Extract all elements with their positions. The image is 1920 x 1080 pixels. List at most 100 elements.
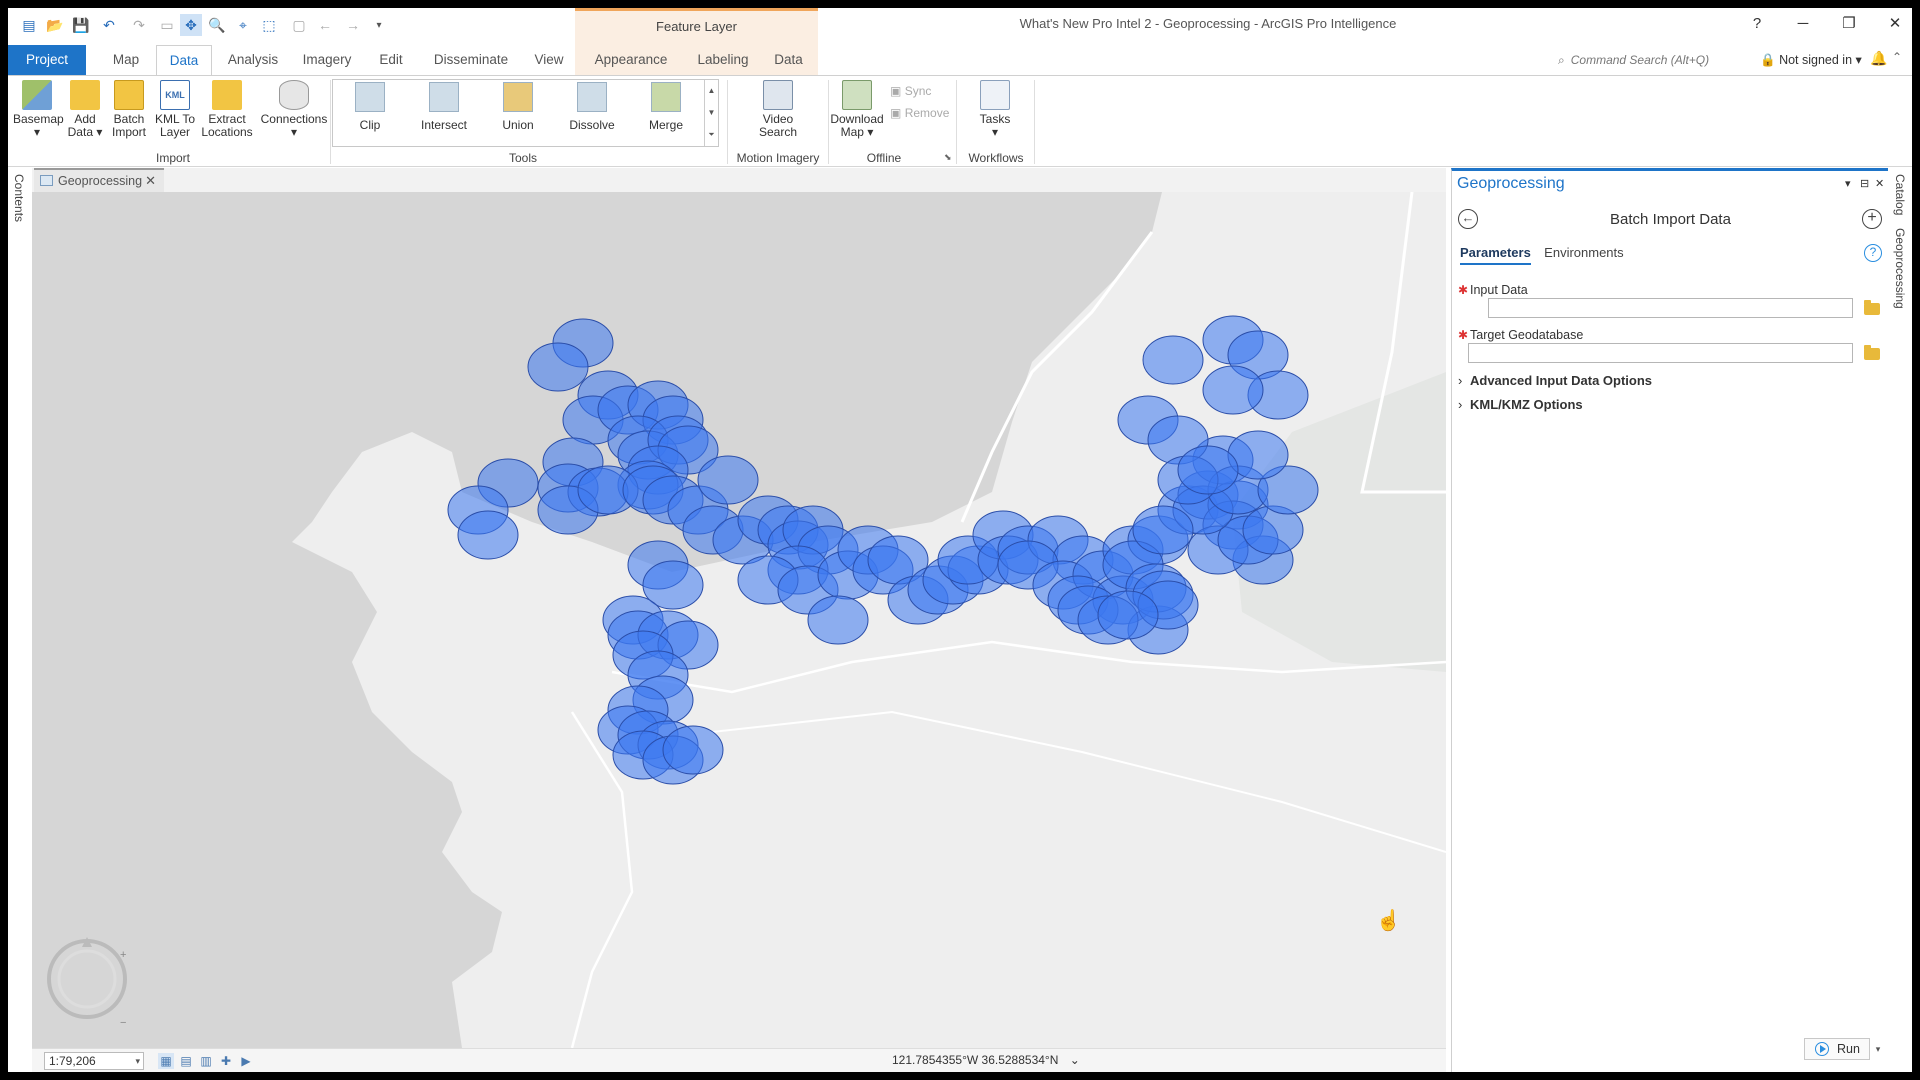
buffer-ellipse[interactable] [807, 595, 869, 645]
chevron-down-icon[interactable]: ⌄ [1070, 1053, 1080, 1067]
tab-disseminate[interactable]: Disseminate [424, 45, 518, 75]
map-extent-icon[interactable]: ▦ [158, 1053, 174, 1069]
map-view-tab[interactable]: Geoprocessing ✕ [34, 168, 164, 192]
zoom-icon[interactable]: 🔍 [206, 14, 228, 36]
buffer-ellipse[interactable] [527, 342, 589, 392]
collapse-ribbon-icon[interactable]: ⌃ [1892, 50, 1902, 64]
kml-to-layer-button[interactable]: KML KML To Layer [152, 80, 198, 139]
close-pane-icon[interactable]: ✕ [1875, 177, 1884, 190]
pin-icon[interactable]: ⊟ [1860, 177, 1869, 190]
buffer-ellipse[interactable] [1202, 365, 1264, 415]
offline-launcher-icon[interactable]: ⬊ [944, 152, 952, 163]
tab-labeling[interactable]: Labeling [687, 45, 759, 75]
connections-button[interactable]: Connections ▾ [258, 80, 330, 139]
zoom-in-icon[interactable]: + [120, 949, 126, 961]
target-geodatabase-field[interactable] [1468, 343, 1853, 363]
tab-edit[interactable]: Edit [366, 45, 416, 75]
sync-button[interactable]: ▣ Sync [890, 84, 931, 98]
sync-icon: ▣ [890, 84, 902, 98]
buffer-ellipse[interactable] [1132, 505, 1194, 555]
import-group-label: Import [155, 151, 190, 165]
back-icon[interactable]: ← [314, 14, 336, 36]
tab-map[interactable]: Map [96, 45, 156, 75]
buffer-ellipse[interactable] [662, 725, 724, 775]
clip-button[interactable]: Clip [338, 82, 402, 132]
save-icon[interactable]: 💾 [70, 14, 92, 36]
add-data-button[interactable]: Add Data ▾ [64, 80, 106, 139]
tasks-button[interactable]: Tasks ▾ [966, 80, 1024, 139]
buffer-ellipse[interactable] [1097, 590, 1159, 640]
forward-icon[interactable]: → [342, 14, 364, 36]
remove-button[interactable]: ▣ Remove [890, 106, 949, 120]
edit-icon[interactable]: ▭ [156, 14, 178, 36]
snapping-icon[interactable]: ✚ [218, 1053, 234, 1069]
map-canvas[interactable]: + − [32, 192, 1446, 1048]
explore-icon[interactable]: ✥ [180, 14, 202, 36]
notifications-icon[interactable]: 🔔 [1870, 50, 1887, 67]
tab-parameters[interactable]: Parameters [1460, 245, 1531, 265]
close-button[interactable]: ✕ [1872, 8, 1912, 40]
kml-kmz-options-expander[interactable]: › KML/KMZ Options [1458, 397, 1583, 412]
tab-project[interactable]: Project [8, 45, 86, 75]
tab-layer-data[interactable]: Data [759, 45, 818, 75]
minimize-button[interactable]: ─ [1780, 8, 1826, 40]
sign-in-status[interactable]: 🔒 Not signed in ▾ [1760, 50, 1880, 70]
gallery-scroll-down[interactable]: ▼ [704, 102, 718, 124]
undo-icon[interactable]: ↶ [98, 14, 120, 36]
merge-label: Merge [648, 118, 683, 132]
buffer-ellipse[interactable] [1177, 445, 1239, 495]
tab-environments[interactable]: Environments [1544, 245, 1623, 263]
clear-icon[interactable]: ▢ [288, 14, 310, 36]
browse-folder-icon[interactable] [1864, 300, 1880, 315]
contents-pane-tab[interactable]: Contents [8, 168, 32, 1072]
chevron-right-icon: › [1458, 397, 1463, 412]
catalog-pane-tab[interactable]: Catalog [1893, 174, 1907, 215]
buffer-ellipse[interactable] [697, 455, 759, 505]
batch-import-button[interactable]: Batch Import [108, 80, 150, 139]
pane-options-icon[interactable]: ▾ [1845, 177, 1851, 190]
intersect-button[interactable]: Intersect [412, 82, 476, 132]
basemap-button[interactable]: Basemap ▾ [13, 80, 64, 139]
table-icon[interactable]: ▥ [198, 1053, 214, 1069]
buffer-ellipse[interactable] [1142, 335, 1204, 385]
customize-qat-icon[interactable]: ▾ [368, 14, 390, 36]
command-search-input[interactable]: ⌕ Command Search (Alt+Q) [1558, 50, 1768, 70]
add-icon[interactable]: + [1862, 209, 1882, 229]
tab-data[interactable]: Data [156, 45, 212, 76]
buffer-ellipse[interactable] [457, 510, 519, 560]
locate-icon[interactable]: ⌖ [232, 14, 254, 36]
geoprocessing-pane-tab[interactable]: Geoprocessing [1893, 228, 1907, 309]
select-icon[interactable]: ⬚ [258, 14, 280, 36]
new-project-icon[interactable]: ▤ [18, 14, 40, 36]
grid-icon[interactable]: ▤ [178, 1053, 194, 1069]
merge-button[interactable]: Merge [634, 82, 698, 132]
pause-drawing-icon[interactable]: ▶ [238, 1053, 254, 1069]
extract-locations-button[interactable]: Extract Locations [198, 80, 256, 139]
redo-icon[interactable]: ↷ [128, 14, 150, 36]
union-button[interactable]: Union [486, 82, 550, 132]
gallery-scroll-up[interactable]: ▲ [704, 80, 718, 102]
restore-button[interactable]: ❐ [1826, 8, 1872, 40]
browse-folder-icon[interactable] [1864, 345, 1880, 360]
input-data-field[interactable] [1488, 298, 1853, 318]
run-label: Run [1837, 1042, 1860, 1056]
help-icon[interactable]: ? [1864, 244, 1882, 262]
run-dropdown[interactable]: ▾ [1872, 1038, 1884, 1060]
open-project-icon[interactable]: 📂 [44, 14, 66, 36]
help-button[interactable]: ? [1734, 8, 1780, 40]
download-map-button[interactable]: Download Map ▾ [826, 80, 888, 139]
zoom-out-icon[interactable]: − [120, 1017, 126, 1029]
tab-analysis[interactable]: Analysis [218, 45, 288, 75]
gallery-expand[interactable]: ⏷ [704, 124, 718, 146]
video-search-button[interactable]: Video Search [743, 80, 813, 139]
dissolve-button[interactable]: Dissolve [560, 82, 624, 132]
tools-group-label: Tools [508, 151, 537, 165]
tab-appearance[interactable]: Appearance [575, 45, 687, 75]
scale-selector[interactable]: 1:79,206 ▾ [44, 1052, 144, 1070]
navigator-control[interactable] [42, 927, 132, 1027]
tab-imagery[interactable]: Imagery [294, 45, 360, 75]
close-tab-icon[interactable]: ✕ [145, 170, 156, 192]
advanced-input-options-expander[interactable]: › Advanced Input Data Options [1458, 373, 1652, 388]
run-button[interactable]: Run [1804, 1038, 1870, 1060]
tab-view[interactable]: View [524, 45, 574, 75]
